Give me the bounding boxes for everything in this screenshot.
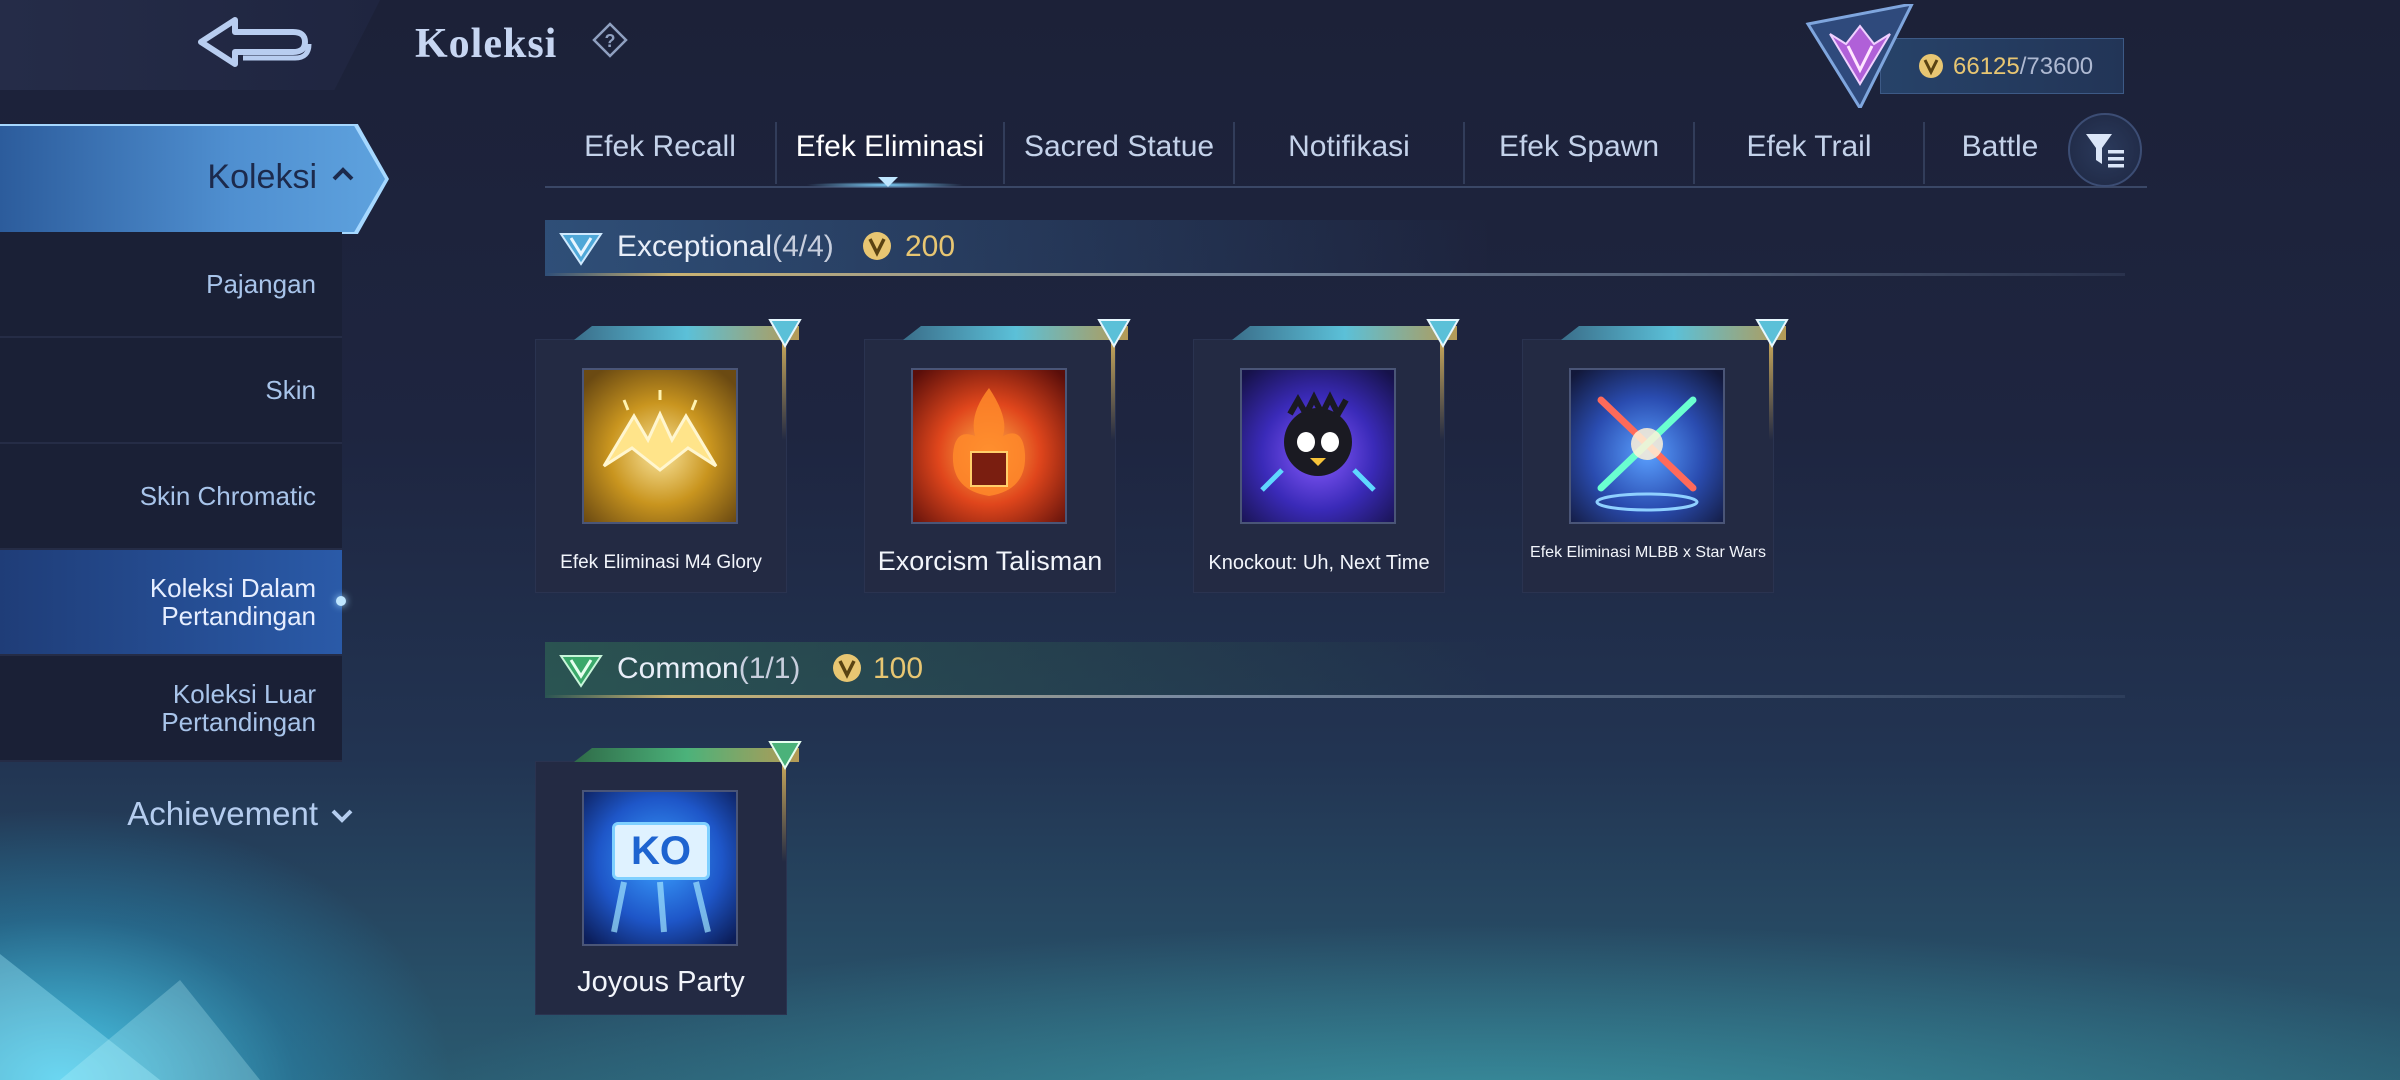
- rarity-tag-icon: [768, 741, 802, 771]
- tab-efek-recall[interactable]: Efek Recall: [545, 120, 775, 186]
- sidebar-koleksi[interactable]: Koleksi: [0, 126, 385, 232]
- card-frame: [1111, 340, 1115, 440]
- sidebar-item-skin[interactable]: Skin: [0, 338, 342, 444]
- card-frame: [782, 762, 786, 862]
- section-title: Exceptional(4/4): [617, 230, 834, 263]
- svg-text:?: ?: [605, 31, 616, 51]
- coin-icon: [1919, 54, 1943, 78]
- collection-card[interactable]: Exorcism Talisman: [865, 319, 1131, 592]
- collection-card[interactable]: KO Joyous Party: [536, 741, 802, 1014]
- filter-icon: [2086, 134, 2124, 168]
- category-tabs: Efek Recall Efek Eliminasi Sacred Statue…: [545, 120, 2147, 188]
- sidebar-item-label: Pajangan: [206, 269, 316, 299]
- knockout-thumb: [1240, 368, 1396, 524]
- sidebar-item-pajangan[interactable]: Pajangan: [0, 232, 342, 338]
- rank-emblem-icon: [1805, 4, 1914, 108]
- sidebar-item-label: Koleksi Luar Pertandingan: [161, 679, 316, 737]
- party-lights-icon: [611, 881, 711, 933]
- help-icon[interactable]: ?: [592, 22, 628, 58]
- sidebar-main-label: Koleksi: [207, 158, 317, 196]
- section-price: 200: [905, 230, 956, 263]
- rarity-tag-icon: [1426, 319, 1460, 349]
- section-divider: [545, 695, 2125, 698]
- tab-efek-spawn[interactable]: Efek Spawn: [1465, 120, 1693, 186]
- m4-glory-emblem-icon: [602, 390, 718, 472]
- section-divider: [545, 273, 2125, 276]
- sidebar-item-label: Koleksi Dalam Pertandingan: [149, 573, 316, 631]
- chevron-up-icon: [332, 167, 354, 181]
- card-name: Efek Eliminasi M4 Glory: [560, 552, 762, 573]
- card-name: Joyous Party: [577, 966, 745, 998]
- crossed-sabers-icon: [1595, 396, 1699, 512]
- currency-value: 66125/73600: [1953, 53, 2094, 80]
- rarity-tag-icon: [768, 319, 802, 349]
- card-frame: [1561, 326, 1786, 340]
- card-frame: [1769, 340, 1773, 440]
- exceptional-gem-icon: [559, 233, 603, 266]
- collection-card[interactable]: Knockout: Uh, Next Time: [1194, 319, 1460, 592]
- knockout-character-icon: [1260, 391, 1376, 492]
- card-frame: [903, 326, 1128, 340]
- tab-sacred-statue[interactable]: Sacred Statue: [1005, 120, 1233, 186]
- rarity-tag-icon: [1097, 319, 1131, 349]
- card-name: Knockout: Uh, Next Time: [1208, 552, 1430, 574]
- card-name: Exorcism Talisman: [877, 546, 1103, 576]
- tab-battle[interactable]: Battle: [1925, 120, 2075, 186]
- m4-glory-thumb: [582, 368, 738, 524]
- back-arrow-icon: [198, 17, 312, 67]
- sidebar-achievement[interactable]: Achievement: [127, 795, 318, 833]
- sidebar-item-label: Skin Chromatic: [139, 481, 316, 511]
- joyous-party-thumb: KO: [582, 790, 738, 946]
- sidebar-item-koleksi-dalam-pertandingan[interactable]: Koleksi Dalam Pertandingan: [0, 550, 346, 656]
- filter-button[interactable]: [2068, 113, 2142, 187]
- card-frame: [574, 326, 799, 340]
- tab-efek-trail[interactable]: Efek Trail: [1695, 120, 1923, 186]
- card-frame: [574, 748, 799, 762]
- coin-icon: [863, 232, 891, 260]
- talisman-fire-icon: [952, 388, 1026, 496]
- collection-card[interactable]: Efek Eliminasi MLBB x Star Wars: [1523, 319, 1789, 592]
- back-button[interactable]: [0, 0, 380, 90]
- sidebar-item-skin-chromatic[interactable]: Skin Chromatic: [0, 444, 342, 550]
- chevron-down-icon[interactable]: [330, 808, 354, 824]
- section-header-exceptional: Exceptional(4/4) 200: [545, 220, 2125, 276]
- section-title: Common(1/1): [617, 652, 801, 685]
- sidebar-item-label: Skin: [265, 375, 316, 405]
- section-header-common: Common(1/1) 100: [545, 642, 2125, 698]
- card-frame: [1440, 340, 1444, 440]
- active-tab-marker-icon: [878, 177, 898, 187]
- star-wars-thumb: [1569, 368, 1725, 524]
- sidebar-item-koleksi-luar-pertandingan[interactable]: Koleksi Luar Pertandingan: [0, 656, 342, 762]
- common-gem-icon: [559, 655, 603, 688]
- card-frame: [782, 340, 786, 440]
- coin-icon: [833, 654, 861, 682]
- card-name: Efek Eliminasi MLBB x Star Wars: [1530, 544, 1766, 561]
- collection-card[interactable]: Efek Eliminasi M4 Glory: [536, 319, 802, 592]
- page-title: Koleksi: [415, 21, 558, 67]
- rarity-tag-icon: [1755, 319, 1789, 349]
- section-price: 100: [873, 652, 924, 685]
- card-frame: [1232, 326, 1457, 340]
- exorcism-talisman-thumb: [911, 368, 1067, 524]
- tab-notifikasi[interactable]: Notifikasi: [1235, 120, 1463, 186]
